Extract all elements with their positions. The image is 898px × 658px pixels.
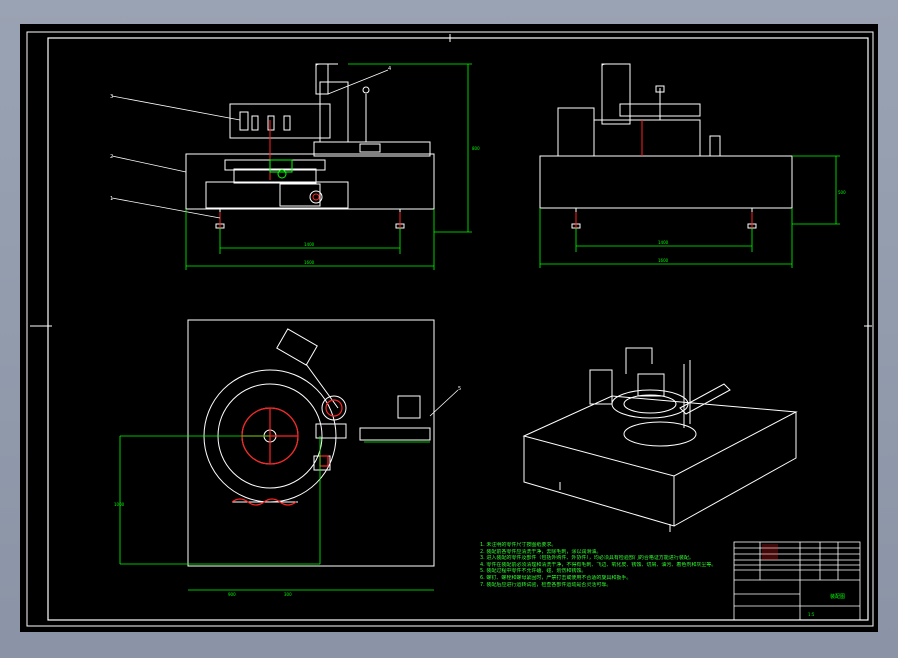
callout-5: 5 (458, 386, 461, 392)
dim-side-height: 500 (838, 190, 846, 195)
side-view-highlights (575, 120, 753, 230)
callout-3: 3 (110, 94, 113, 100)
cad-viewer: 3 2 1 4 800 1400 1600 500 1400 1600 5 10… (0, 0, 898, 658)
dim-plan-height: 1000 (114, 502, 125, 507)
isometric-view (522, 347, 798, 532)
dim-front-inner: 1400 (304, 242, 315, 247)
dim-plan-offset: 300 (284, 592, 292, 597)
note-line: 3. 进入装配的零件及部件（包括外购件、外协件），均必须具有检验部门的合格证方能… (480, 555, 694, 562)
note-line: 2. 装配前各零件应清洗干净，去除毛刺，涂以润滑油。 (480, 548, 602, 555)
dim-plan-width: 900 (228, 592, 236, 597)
outer-border (26, 31, 874, 627)
front-view (185, 63, 435, 229)
side-view-dimensions (539, 155, 840, 268)
plan-view-dimensions (119, 435, 434, 591)
title-drawing-name: 装配图 (830, 593, 845, 600)
dim-side-outer: 1600 (658, 258, 669, 263)
plan-view (187, 319, 435, 567)
drawing-sheet: 3 2 1 4 800 1400 1600 500 1400 1600 5 10… (20, 24, 878, 632)
title-scale: 1:5 (808, 612, 815, 617)
assembly-drawing: 3 2 1 4 800 1400 1600 500 1400 1600 5 10… (26, 31, 874, 627)
note-line: 1. 未注明的零件尺寸按图纸要求。 (480, 542, 557, 548)
note-line: 4. 零件在装配前必须清理和清洗干净，不得有毛刺、飞边、氧化皮、锈蚀、切屑、油污… (480, 561, 717, 568)
callout-4: 4 (388, 66, 391, 72)
callout-1: 1 (110, 196, 113, 202)
note-line: 7. 装配后应进行运转试验，检查各部件运动是否灵活可靠。 (480, 581, 612, 588)
front-view-highlights (219, 120, 401, 230)
inner-border (47, 37, 869, 621)
side-view (539, 63, 793, 229)
dim-front-height: 800 (472, 146, 480, 151)
dim-front-outer: 1600 (304, 260, 315, 265)
dim-side-inner: 1400 (658, 240, 669, 245)
callout-2: 2 (110, 154, 113, 160)
front-view-dimensions (185, 63, 472, 270)
title-block (733, 541, 861, 621)
title-block-mark (762, 544, 778, 560)
technical-notes: 1. 未注明的零件尺寸按图纸要求。 2. 装配前各零件应清洗干净，去除毛刺，涂以… (480, 542, 750, 588)
note-line: 6. 螺钉、螺栓和螺母紧固时，严禁打击或使用不合适的旋具和扳手。 (480, 574, 632, 581)
note-line: 5. 装配过程中零件不允许磕、碰、划伤和锈蚀。 (480, 568, 587, 575)
front-view-callouts (111, 69, 389, 219)
